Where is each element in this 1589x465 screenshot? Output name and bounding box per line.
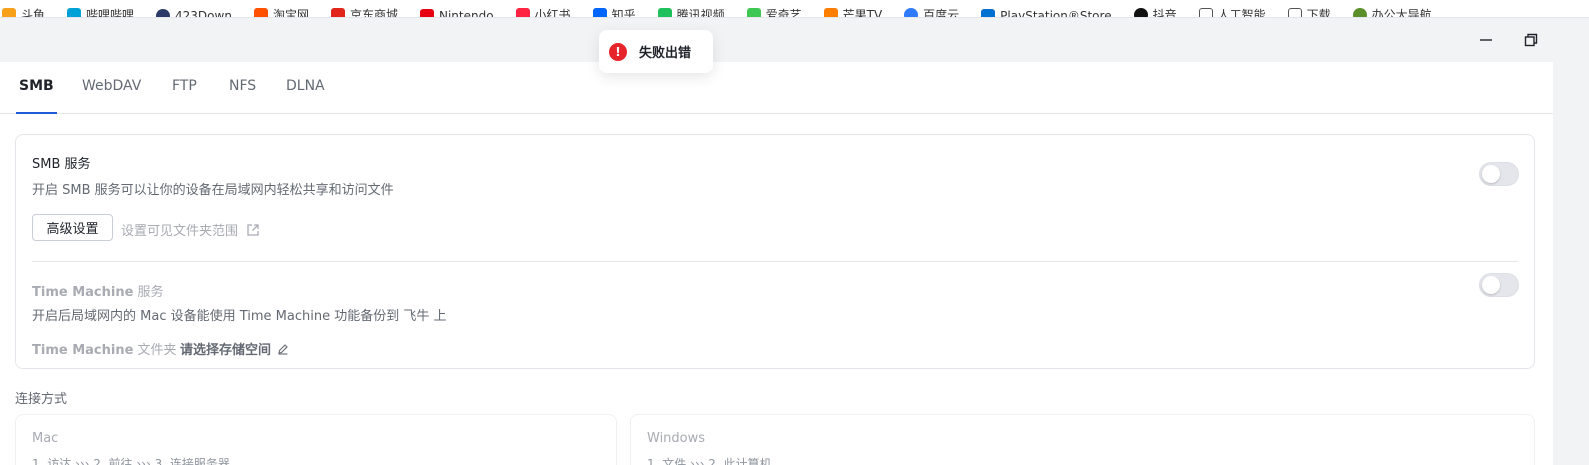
windows-connection-title: Windows: [647, 431, 706, 446]
tab-smb[interactable]: SMB: [16, 78, 57, 114]
visible-folder-scope-label: 设置可见文件夹范围: [121, 224, 239, 239]
bookmark-423down[interactable]: 423Down: [156, 9, 232, 17]
smb-service-description: 开启 SMB 服务可以让你的设备在局域网内轻松共享和访问文件: [32, 183, 394, 198]
bookmark-favicon-icon: [515, 7, 530, 17]
bookmark-taobao[interactable]: 淘宝网: [253, 6, 309, 17]
time-machine-folder-select[interactable]: 请选择存储空间: [180, 339, 289, 358]
bookmark-favicon-icon: [1133, 7, 1148, 17]
card-divider: [32, 261, 1518, 262]
toast-message: 失败出错: [639, 46, 692, 61]
bookmark-favicon-icon: [330, 7, 345, 17]
windows-connection-steps: 1. 文件 ››› 2. 此计算机: [647, 457, 772, 465]
bookmark-iqiyi[interactable]: 爱奇艺: [746, 6, 802, 17]
advanced-settings-button[interactable]: 高级设置: [32, 214, 113, 241]
visible-folder-scope-link[interactable]: 设置可见文件夹范围: [121, 220, 260, 239]
bookmark-favicon-icon: [657, 7, 672, 17]
bookmark-favicon-icon: [419, 9, 434, 17]
bookmark-favicon-icon: [67, 7, 82, 17]
minimize-button[interactable]: [1476, 30, 1496, 50]
tab-webdav[interactable]: WebDAV: [82, 78, 141, 114]
bookmark-favicon-icon: [746, 7, 761, 17]
mac-connection-title: Mac: [32, 431, 59, 446]
main-panel: SMB WebDAV FTP NFS DLNA SMB 服务 开启 SMB 服务…: [0, 62, 1553, 465]
bookmark-xiaohongshu[interactable]: 小红书: [515, 6, 571, 17]
bookmark-jd[interactable]: 京东商城: [330, 6, 398, 17]
bookmark-douyu[interactable]: 斗鱼: [2, 6, 45, 17]
bookmark-favicon-icon: [981, 9, 996, 17]
error-icon: !: [609, 42, 627, 61]
restore-button[interactable]: [1521, 30, 1541, 50]
restore-icon: [1524, 33, 1538, 47]
folder-icon: [1198, 7, 1213, 17]
bookmarks-bar: 斗鱼 哔哩哔哩 423Down 淘宝网 京东商城 Nintendo 小红书 知乎…: [0, 0, 1589, 18]
external-link-icon: [247, 223, 259, 236]
tab-nfs[interactable]: NFS: [229, 78, 256, 114]
smb-settings-card: SMB 服务 开启 SMB 服务可以让你的设备在局域网内轻松共享和访问文件 高级…: [15, 134, 1535, 369]
time-machine-toggle[interactable]: [1479, 273, 1519, 297]
folder-icon: [1287, 7, 1302, 17]
bookmark-folder-ai[interactable]: 人工智能: [1198, 6, 1266, 17]
bookmark-baidu-cloud[interactable]: 百度云: [904, 6, 959, 17]
bookmark-folder-download[interactable]: 下载: [1287, 6, 1331, 17]
time-machine-folder-label: Time Machine 文件夹: [32, 343, 177, 358]
time-machine-folder-value: 请选择存储空间: [180, 343, 272, 358]
bookmark-mango-tv[interactable]: 芒果TV: [823, 6, 882, 17]
bookmark-zhihu[interactable]: 知乎: [592, 6, 636, 17]
smb-service-title: SMB 服务: [32, 157, 91, 172]
tab-dlna[interactable]: DLNA: [286, 78, 325, 114]
edit-icon: [278, 343, 288, 355]
bookmark-favicon-icon: [823, 7, 838, 17]
connection-method-label: 连接方式: [15, 392, 68, 407]
bookmark-favicon-icon: [2, 7, 16, 17]
bookmark-favicon-icon: [1352, 7, 1367, 17]
mac-connection-steps: 1. 访达 ››› 2. 前往 ››› 3. 连接服务器: [32, 457, 230, 465]
window-titlebar: [0, 18, 1589, 62]
window-edge: [1553, 62, 1589, 465]
mac-connection-card: Mac 1. 访达 ››› 2. 前往 ››› 3. 连接服务器: [15, 414, 617, 465]
bookmark-tencent-video[interactable]: 腾讯视频: [657, 6, 725, 17]
bookmark-playstation-store[interactable]: PlayStation®Store: [981, 9, 1112, 17]
time-machine-description: 开启后局域网内的 Mac 设备能使用 Time Machine 功能备份到 飞牛…: [32, 309, 447, 324]
smb-service-toggle[interactable]: [1479, 162, 1519, 186]
bookmark-bilibili[interactable]: 哔哩哔哩: [67, 6, 134, 17]
time-machine-title: Time Machine 服务: [32, 285, 164, 300]
bookmark-douyin[interactable]: 抖音: [1133, 6, 1177, 17]
bookmark-favicon-icon: [253, 7, 268, 17]
windows-connection-card: Windows 1. 文件 ››› 2. 此计算机: [630, 414, 1535, 465]
tab-ftp[interactable]: FTP: [172, 78, 197, 114]
error-toast: ! 失败出错: [599, 30, 713, 73]
bookmark-favicon-icon: [904, 7, 919, 17]
bookmark-favicon-icon: [592, 7, 607, 17]
minimize-icon: [1480, 39, 1492, 41]
bookmark-office-nav[interactable]: 办公大导航: [1352, 6, 1432, 17]
tab-bar: SMB WebDAV FTP NFS DLNA: [0, 62, 1553, 114]
bookmark-nintendo[interactable]: Nintendo: [419, 9, 494, 17]
bookmark-favicon-icon: [156, 9, 171, 17]
